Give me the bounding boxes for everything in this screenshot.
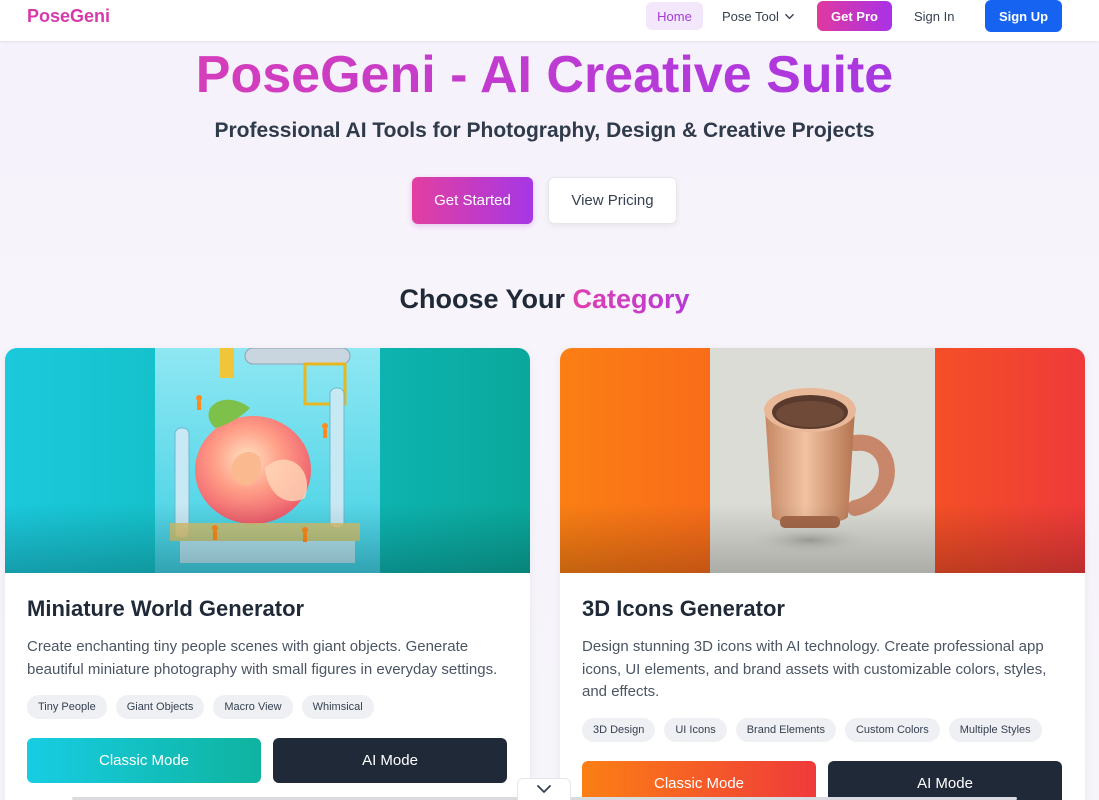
tag: Custom Colors	[844, 717, 940, 742]
ai-mode-button[interactable]: AI Mode	[828, 761, 1062, 800]
sign-in-link[interactable]: Sign In	[914, 2, 954, 30]
tag: Giant Objects	[115, 695, 205, 719]
section-title: Choose Your Category	[0, 284, 1089, 315]
ai-mode-button[interactable]: AI Mode	[273, 738, 507, 783]
tag: Tiny People	[27, 695, 107, 719]
tag: Macro View	[213, 695, 293, 719]
brand-logo[interactable]: PoseGeni	[27, 6, 110, 27]
card-body: 3D Icons Generator Design stunning 3D ic…	[582, 573, 1063, 742]
view-pricing-button[interactable]: View Pricing	[548, 177, 677, 224]
tag: Multiple Styles	[948, 717, 1042, 742]
classic-mode-button[interactable]: Classic Mode	[27, 738, 261, 783]
card-tags: 3D Design UI Icons Brand Elements Custom…	[582, 717, 1063, 742]
section-title-prefix: Choose Your	[399, 284, 573, 314]
scroll-down-button[interactable]	[517, 778, 571, 800]
hero-title: PoseGeni - AI Creative Suite	[0, 45, 1089, 105]
hero-subtitle: Professional AI Tools for Photography, D…	[214, 119, 875, 142]
card-banner	[5, 348, 530, 573]
tag: 3D Design	[582, 717, 656, 742]
card-title: 3D Icons Generator	[582, 596, 785, 621]
mode-buttons: Classic Mode AI Mode	[27, 738, 507, 783]
nav-home-link[interactable]: Home	[646, 2, 703, 30]
nav-pose-tool-dropdown[interactable]: Pose Tool	[722, 2, 795, 30]
nav-pose-tool-label: Pose Tool	[722, 8, 779, 24]
banner-shade	[5, 503, 530, 573]
sign-up-button[interactable]: Sign Up	[985, 0, 1062, 32]
mode-buttons: Classic Mode AI Mode	[582, 761, 1062, 800]
get-pro-button[interactable]: Get Pro	[817, 1, 892, 31]
card-title: Miniature World Generator	[27, 596, 305, 621]
section-title-accent: Category	[572, 284, 690, 314]
classic-mode-button[interactable]: Classic Mode	[582, 761, 816, 800]
card-body: Miniature World Generator Create enchant…	[27, 573, 508, 719]
card-description: Design stunning 3D icons with AI technol…	[582, 638, 1047, 700]
card-banner	[560, 348, 1085, 573]
chevron-down-icon	[785, 13, 794, 19]
tag: Brand Elements	[735, 717, 836, 742]
get-started-button[interactable]: Get Started	[412, 177, 533, 224]
tag: Whimsical	[301, 695, 374, 719]
category-card-3d-icons[interactable]: 3D Icons Generator Design stunning 3D ic…	[560, 348, 1085, 800]
card-tags: Tiny People Giant Objects Macro View Whi…	[27, 695, 508, 719]
category-card-miniature-world[interactable]: Miniature World Generator Create enchant…	[5, 348, 530, 800]
top-navbar: PoseGeni Home Pose Tool Get Pro Sign In …	[0, 0, 1099, 41]
banner-shade	[560, 503, 1085, 573]
card-description: Create enchanting tiny people scenes wit…	[27, 638, 498, 678]
tag: UI Icons	[664, 717, 727, 742]
chevron-down-icon	[537, 785, 551, 793]
